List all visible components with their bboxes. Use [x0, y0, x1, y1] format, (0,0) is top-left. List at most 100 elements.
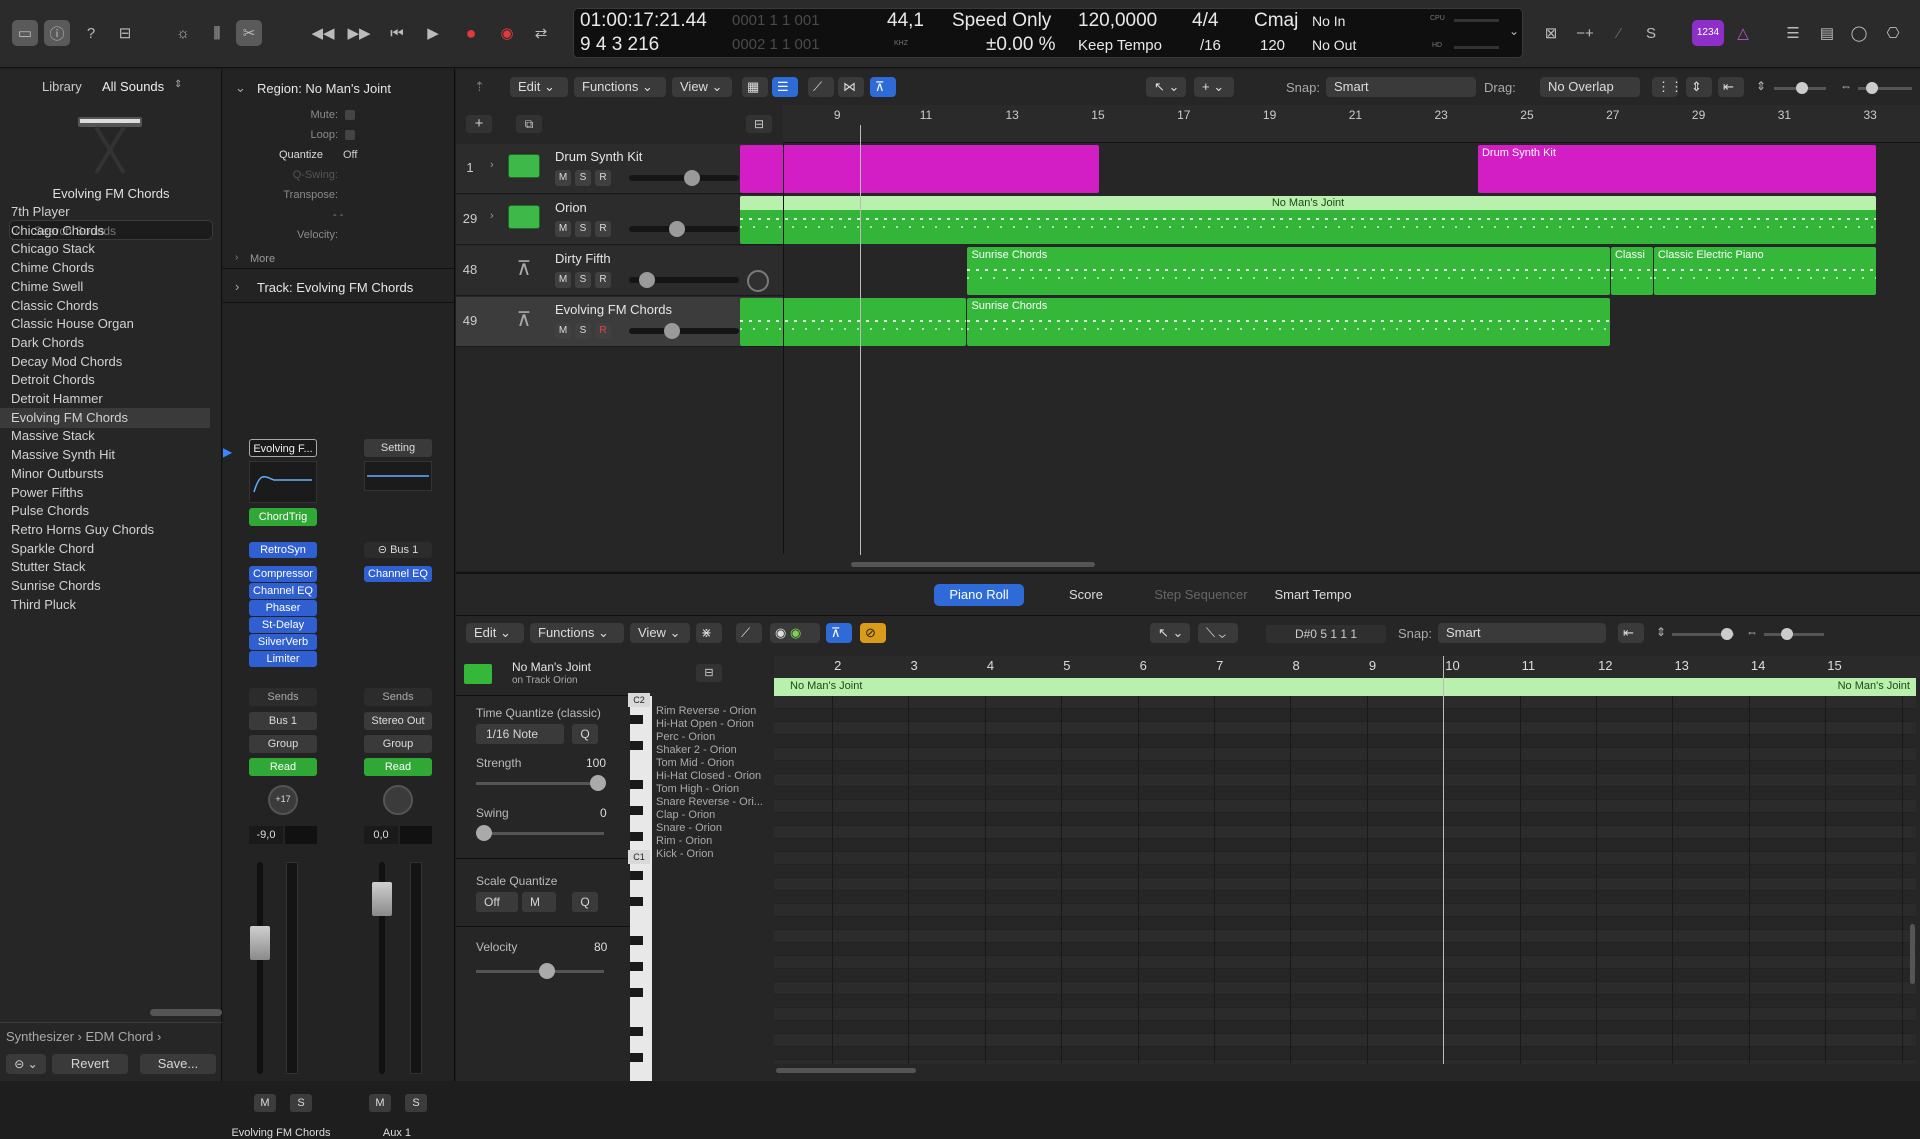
- horizontal-zoom-knob[interactable]: [1781, 628, 1793, 640]
- track-name[interactable]: Orion: [555, 200, 587, 215]
- volume-fader-track[interactable]: [257, 862, 263, 1074]
- solo-button[interactable]: S: [575, 272, 591, 288]
- library-item[interactable]: Chicago Chords: [11, 223, 104, 238]
- pencil-tool-icon[interactable]: + ⌄: [1194, 77, 1234, 97]
- tracks-scrollbar[interactable]: [851, 562, 1095, 567]
- library-item[interactable]: Chime Swell: [11, 279, 83, 294]
- action-menu-icon[interactable]: ⊝ ⌄: [6, 1054, 46, 1074]
- library-item[interactable]: Retro Horns Guy Chords: [11, 522, 154, 537]
- plugin-slot[interactable]: Channel EQ: [249, 583, 317, 599]
- playhead[interactable]: [860, 125, 862, 555]
- plugin-slot[interactable]: Phaser: [249, 600, 317, 616]
- black-key[interactable]: [630, 936, 643, 945]
- view-menu[interactable]: View ⌄: [630, 623, 690, 643]
- volume-slider-knob[interactable]: [684, 170, 700, 186]
- plugin-slot[interactable]: SilverVerb: [249, 634, 317, 650]
- view-menu[interactable]: View ⌄: [672, 77, 732, 97]
- library-item[interactable]: Detroit Chords: [11, 372, 95, 387]
- solo-button[interactable]: S: [575, 170, 591, 186]
- editors-scissors-icon[interactable]: ✂: [236, 20, 262, 46]
- library-item[interactable]: Detroit Hammer: [11, 391, 103, 406]
- volume-slider[interactable]: [629, 170, 739, 186]
- pan-knob[interactable]: [747, 270, 769, 292]
- pan-knob[interactable]: [383, 785, 413, 815]
- library-item[interactable]: Power Fifths: [11, 485, 83, 500]
- eq-thumbnail[interactable]: [249, 461, 317, 503]
- edit-menu[interactable]: Edit ⌄: [510, 77, 568, 97]
- black-key[interactable]: [630, 715, 643, 724]
- global-tracks-icon[interactable]: ⊟: [746, 115, 772, 133]
- horizontal-zoom-knob[interactable]: [1866, 82, 1878, 94]
- library-item[interactable]: Chicago Stack: [11, 241, 95, 256]
- flex-icon[interactable]: ⋈: [838, 77, 864, 97]
- library-item[interactable]: Massive Stack: [11, 428, 95, 443]
- sends-slot[interactable]: Sends: [249, 688, 317, 706]
- library-item[interactable]: Classic Chords: [11, 298, 98, 313]
- quantize-value[interactable]: Off: [343, 149, 357, 161]
- smart-controls-icon[interactable]: ☼: [170, 20, 196, 46]
- swing-slider-knob[interactable]: [476, 825, 492, 841]
- region[interactable]: Sunrise Chords: [967, 247, 1610, 295]
- record-button[interactable]: R: [595, 323, 611, 339]
- volume-slider[interactable]: [629, 221, 739, 237]
- strength-slider[interactable]: [476, 782, 604, 785]
- catch-playhead-icon[interactable]: ⊼: [870, 77, 896, 97]
- library-item[interactable]: Sparkle Chord: [11, 541, 94, 556]
- region[interactable]: Drum Synth Kit: [1477, 145, 1876, 193]
- solo-button[interactable]: S: [405, 1094, 427, 1112]
- local-inspector-icon[interactable]: ⊟: [696, 664, 722, 682]
- automation-mode[interactable]: Read: [249, 758, 317, 776]
- region[interactable]: [740, 298, 967, 346]
- scale-mode-dropdown[interactable]: M: [522, 892, 556, 912]
- more-chevron-icon[interactable]: ›: [235, 252, 238, 263]
- library-item[interactable]: Sunrise Chords: [11, 578, 101, 593]
- pan-knob[interactable]: +17: [268, 785, 298, 815]
- link-icon[interactable]: ⊘: [860, 623, 886, 643]
- library-toggle-icon[interactable]: ▭: [12, 20, 38, 46]
- library-item[interactable]: Massive Synth Hit: [11, 447, 115, 462]
- eq-thumbnail[interactable]: [364, 461, 432, 491]
- editor-v-scrollbar[interactable]: [1910, 924, 1915, 984]
- playhead[interactable]: [1443, 656, 1445, 1064]
- track-header[interactable]: 48 ⊼ Dirty Fifth M S R: [456, 246, 783, 296]
- mute-checkbox[interactable]: [345, 110, 355, 120]
- mute-button[interactable]: M: [369, 1094, 391, 1112]
- disclosure-down-icon[interactable]: ⌄: [235, 80, 246, 96]
- filter-chevron-icon[interactable]: ⇕: [174, 79, 182, 90]
- functions-menu[interactable]: Functions ⌄: [530, 623, 624, 643]
- go-to-beginning-icon[interactable]: ⏮: [384, 20, 410, 46]
- browsers-icon[interactable]: ⎔: [1880, 20, 1906, 46]
- black-key[interactable]: [630, 962, 643, 971]
- volume-slider[interactable]: [629, 323, 739, 339]
- black-key[interactable]: [630, 741, 643, 750]
- track-header[interactable]: 49 ⊼ Evolving FM Chords M S R: [456, 297, 783, 347]
- automation-mode[interactable]: Read: [364, 758, 432, 776]
- vertical-zoom-knob[interactable]: [1796, 82, 1808, 94]
- catch-playhead-icon[interactable]: ⊼: [826, 623, 852, 643]
- record-button[interactable]: R: [595, 221, 611, 237]
- horizontal-zoom-slider[interactable]: [1764, 633, 1824, 636]
- black-key[interactable]: [630, 1027, 643, 1036]
- piano-keyboard[interactable]: C2 C1: [628, 693, 652, 1081]
- library-item[interactable]: Classic House Organ: [11, 316, 134, 331]
- list-editors-icon[interactable]: ☰: [1780, 20, 1806, 46]
- instrument-slot[interactable]: RetroSyn: [249, 542, 317, 558]
- edit-menu[interactable]: Edit ⌄: [466, 623, 524, 643]
- mute-button[interactable]: M: [555, 323, 571, 339]
- tab-score[interactable]: Score: [1046, 584, 1126, 606]
- midi-in-out-icon[interactable]: ◉ ◉: [770, 623, 820, 643]
- duplicate-track-icon[interactable]: ⧉: [516, 115, 542, 133]
- editor-ruler[interactable]: 2 3 4 5 6 7 8 9 10 11 12 13 14 15: [774, 656, 1920, 678]
- black-key[interactable]: [630, 806, 643, 815]
- library-item[interactable]: Pulse Chords: [11, 503, 89, 518]
- pencil-tool-icon[interactable]: ⟍ ⌄: [1198, 623, 1238, 643]
- solo-button[interactable]: S: [575, 323, 591, 339]
- record-button[interactable]: R: [595, 272, 611, 288]
- record-button[interactable]: R: [595, 170, 611, 186]
- lcd-display[interactable]: 01:00:17:21.44 0001 1 1 001 9 4 3 216 00…: [573, 8, 1523, 58]
- region-bar[interactable]: No Man's Joint No Man's Joint: [774, 678, 1916, 696]
- track-header[interactable]: 1 › Drum Synth Kit M S R: [456, 144, 783, 194]
- solo-button[interactable]: S: [575, 221, 591, 237]
- black-key[interactable]: [630, 871, 643, 880]
- black-key[interactable]: [630, 832, 643, 841]
